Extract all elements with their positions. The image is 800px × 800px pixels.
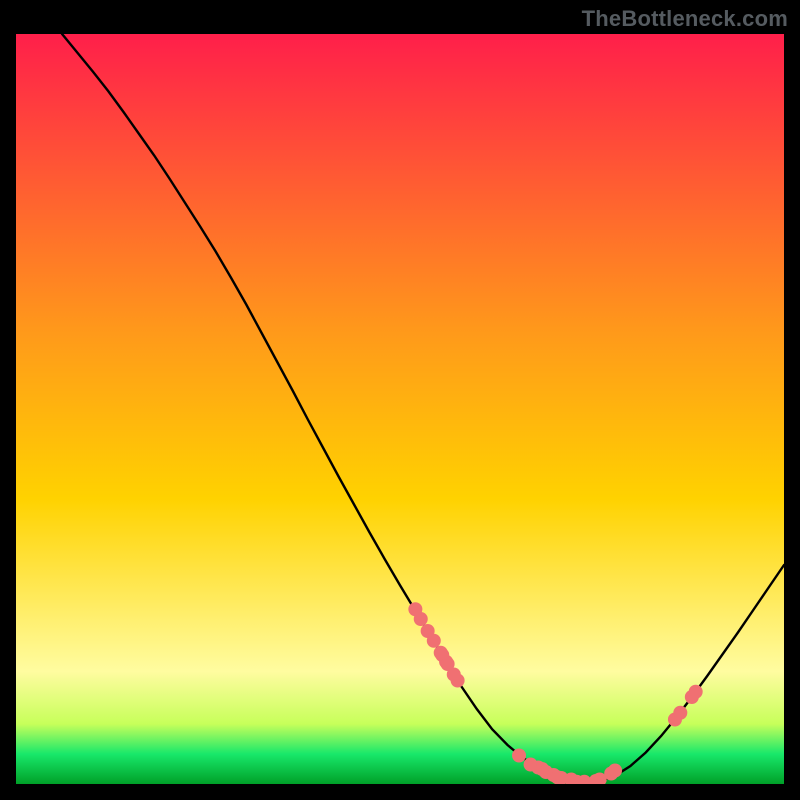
data-marker <box>608 764 622 778</box>
data-marker <box>414 612 428 626</box>
data-marker <box>427 634 441 648</box>
data-marker <box>673 706 687 720</box>
data-marker <box>689 685 703 699</box>
watermark: TheBottleneck.com <box>582 6 788 32</box>
bottleneck-chart <box>16 34 784 784</box>
data-marker <box>451 674 465 688</box>
gradient-background <box>16 34 784 784</box>
data-marker <box>512 749 526 763</box>
chart-frame <box>16 34 784 784</box>
